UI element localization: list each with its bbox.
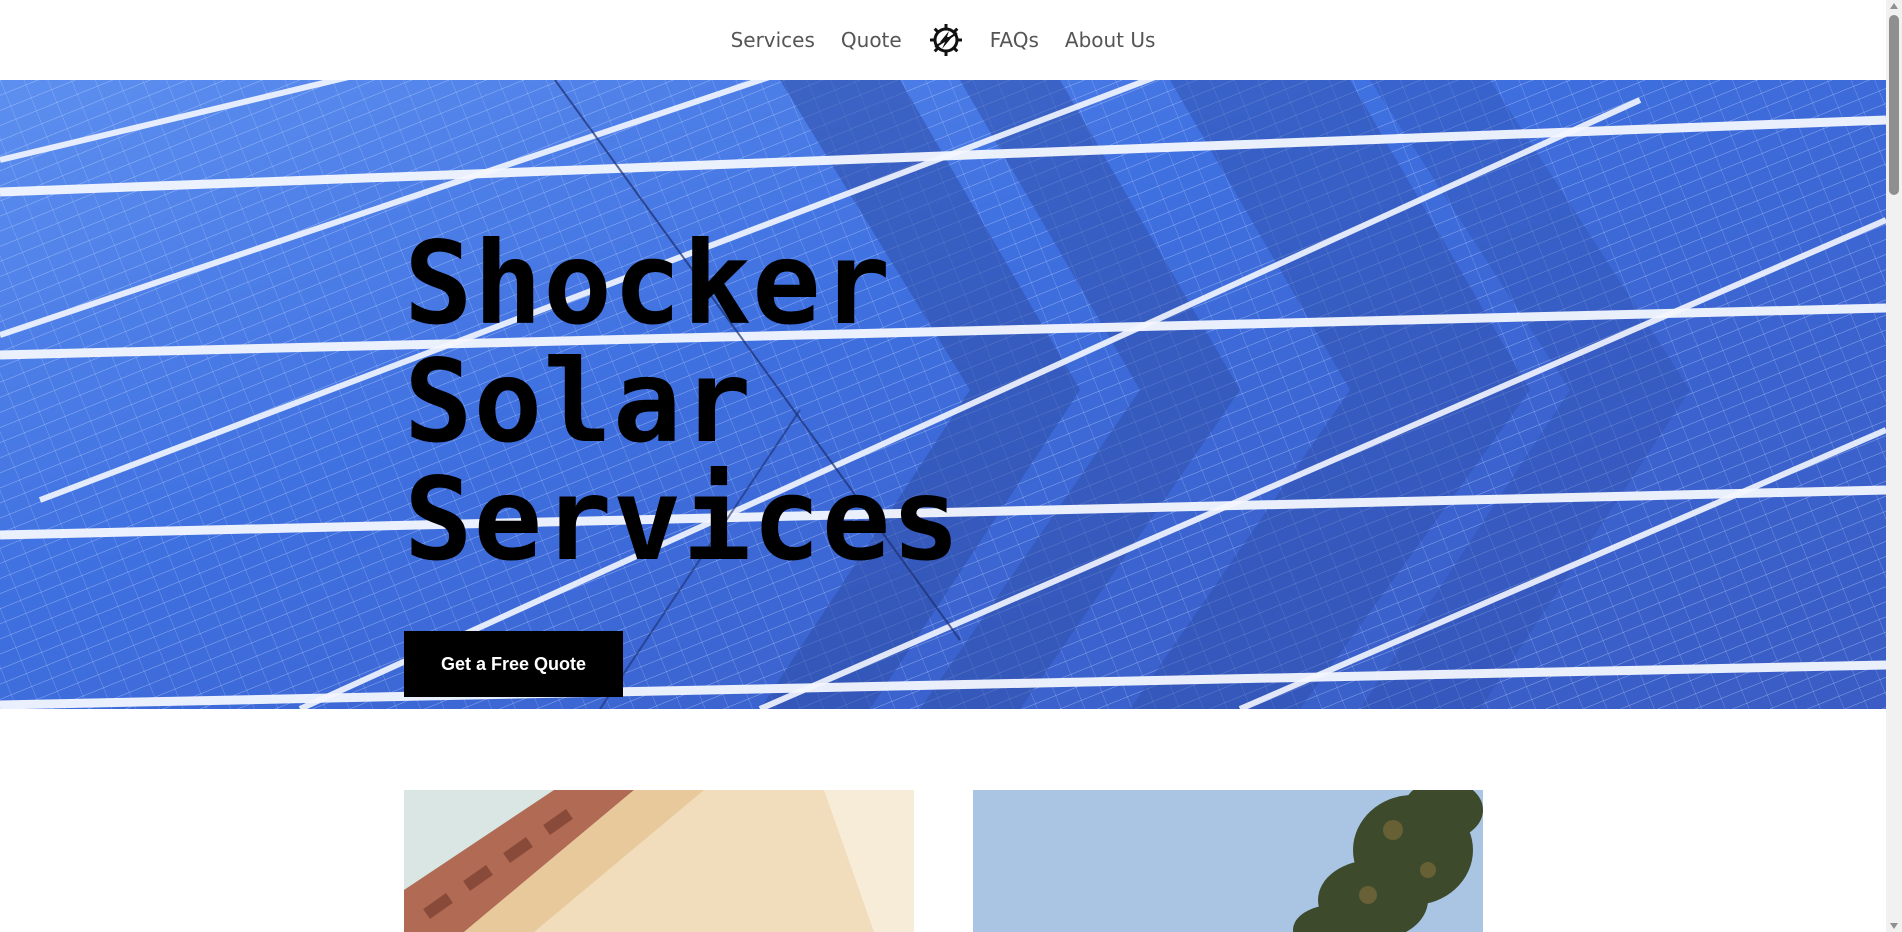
top-navigation: Services Quote FAQs About Us <box>0 0 1886 80</box>
scroll-up-icon[interactable] <box>1890 3 1898 9</box>
page-scrollbar[interactable] <box>1886 0 1902 932</box>
sky-tree-image <box>973 790 1483 932</box>
nav-link-about-us[interactable]: About Us <box>1065 28 1156 52</box>
hero-title-line-2: Services <box>404 453 962 586</box>
scroll-thumb[interactable] <box>1889 15 1899 195</box>
page: Services Quote FAQs About Us Shocker Sol… <box>0 0 1886 932</box>
hero-title-line-1: Shocker Solar <box>404 217 892 468</box>
hero-title: Shocker Solar Services <box>404 225 1304 579</box>
nav-link-services[interactable]: Services <box>731 28 815 52</box>
house-roof-image <box>404 790 914 932</box>
hero-content: Shocker Solar Services Get a Free Quote <box>404 225 1304 697</box>
nav-link-faqs[interactable]: FAQs <box>990 28 1039 52</box>
hero-banner: Shocker Solar Services Get a Free Quote <box>0 80 1886 709</box>
get-free-quote-button[interactable]: Get a Free Quote <box>404 631 623 697</box>
nav-link-quote[interactable]: Quote <box>841 28 902 52</box>
scroll-down-icon[interactable] <box>1890 923 1898 929</box>
lightning-gear-icon[interactable] <box>929 23 963 57</box>
